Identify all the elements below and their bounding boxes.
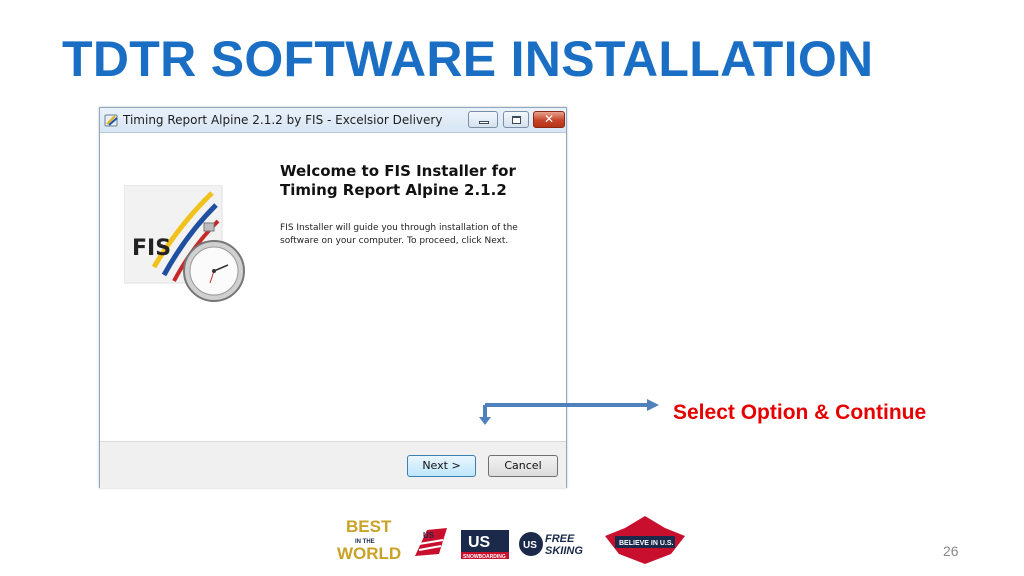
close-button[interactable]: ✕	[533, 111, 565, 128]
best-text: BEST	[346, 517, 392, 536]
callout-label: Select Option & Continue	[673, 401, 927, 424]
sponsor-logos: BEST IN THE WORLD US US SNOWBOARDING US …	[337, 516, 685, 564]
us-snowboarding-logo: US SNOWBOARDING	[461, 530, 509, 560]
us-freeskiing-logo: US FREE SKIING	[519, 532, 583, 557]
window-footer: Next > Cancel	[100, 441, 566, 488]
callout-arrow	[479, 399, 659, 425]
fis-stopwatch-logo: FIS	[124, 185, 245, 302]
snowboarding-text: SNOWBOARDING	[463, 554, 506, 560]
welcome-line-1: Welcome to FIS Installer for	[280, 162, 516, 180]
svg-text:US: US	[468, 534, 491, 551]
page-number: 26	[943, 543, 959, 559]
window-titlebar[interactable]: Timing Report Alpine 2.1.2 by FIS - Exce…	[100, 108, 566, 133]
cancel-button[interactable]: Cancel	[488, 455, 558, 477]
description-line-2: software on your computer. To proceed, c…	[280, 236, 509, 246]
slide-title: TDTR SOFTWARE INSTALLATION	[62, 31, 874, 87]
svg-text:US: US	[423, 531, 435, 540]
free-text: FREE	[545, 533, 575, 545]
installer-window: Timing Report Alpine 2.1.2 by FIS - Exce…	[99, 107, 567, 488]
description-line-1: FIS Installer will guide you through ins…	[280, 223, 518, 233]
maximize-icon	[512, 116, 521, 124]
skiing-text: SKIING	[545, 545, 583, 557]
window-title: Timing Report Alpine 2.1.2 by FIS - Exce…	[123, 113, 443, 127]
installer-description: FIS Installer will guide you through ins…	[280, 222, 550, 248]
installer-app-icon	[104, 114, 118, 127]
minimize-icon	[479, 121, 489, 124]
best-in-the-world-logo: BEST IN THE WORLD	[337, 517, 401, 563]
fis-logo-text: FIS	[132, 236, 171, 261]
close-icon: ✕	[543, 112, 555, 126]
believe-text: BELIEVE IN U.S.	[619, 540, 674, 547]
welcome-line-2: Timing Report Alpine 2.1.2	[280, 181, 507, 199]
minimize-button[interactable]	[468, 111, 498, 128]
us-ski-team-logo: US	[415, 528, 447, 556]
welcome-heading: Welcome to FIS Installer for Timing Repo…	[280, 162, 516, 200]
maximize-button[interactable]	[503, 111, 529, 128]
next-button[interactable]: Next >	[407, 455, 476, 477]
world-text: WORLD	[337, 544, 401, 563]
believe-in-us-logo: BELIEVE IN U.S.	[605, 516, 685, 564]
svg-text:US: US	[523, 540, 537, 551]
